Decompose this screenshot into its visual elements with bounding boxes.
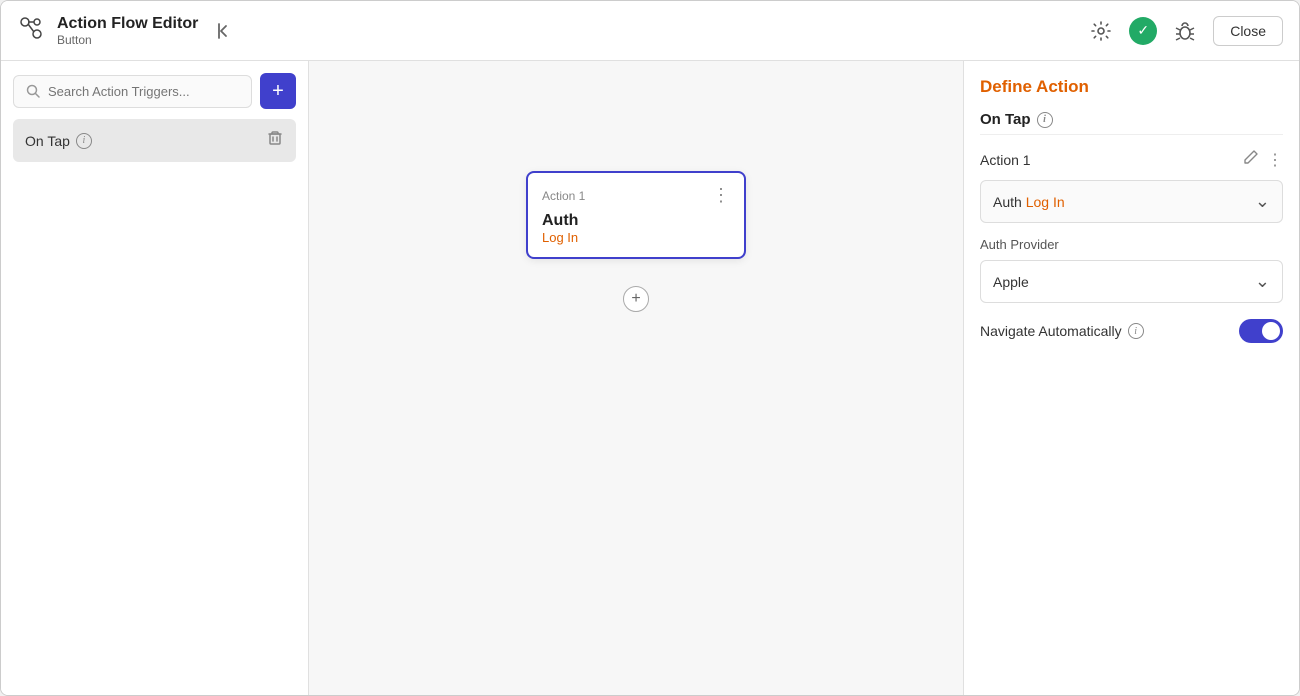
- header-left: Action Flow Editor Button: [17, 14, 238, 47]
- auth-provider-dropdown-arrow: ⌄: [1255, 271, 1270, 292]
- auth-provider-select[interactable]: Apple ⌄: [980, 260, 1283, 303]
- header-title: Action Flow Editor: [57, 15, 198, 33]
- header-subtitle: Button: [57, 33, 198, 47]
- panel-trigger-info-icon[interactable]: i: [1037, 112, 1053, 128]
- right-panel: Define Action On Tap i Action 1 ⋮: [963, 61, 1299, 695]
- panel-trigger-label: On Tap i: [980, 111, 1283, 128]
- trigger-row[interactable]: On Tap i: [13, 119, 296, 162]
- panel-action-label: Action 1: [980, 152, 1031, 168]
- navigate-toggle[interactable]: [1239, 319, 1283, 343]
- more-action-icon[interactable]: ⋮: [1267, 150, 1283, 170]
- action-card-sub: Log In: [542, 230, 730, 245]
- action-flow-icon: [17, 14, 45, 47]
- navigate-label: Navigate Automatically: [980, 323, 1122, 339]
- delete-trigger-icon[interactable]: [266, 129, 284, 152]
- action-card-menu-icon[interactable]: ⋮: [712, 185, 730, 206]
- header-right: ✓ Close: [1085, 15, 1283, 47]
- trigger-label: On Tap: [25, 133, 70, 149]
- action-type-text: Auth Log In: [993, 194, 1065, 210]
- trigger-name: On Tap: [980, 111, 1031, 128]
- collapse-button[interactable]: [210, 17, 238, 45]
- panel-divider: [980, 134, 1283, 135]
- search-input[interactable]: [48, 84, 239, 99]
- auth-provider-label: Auth Provider: [980, 237, 1283, 252]
- panel-action-icons: ⋮: [1243, 149, 1283, 170]
- bug-icon[interactable]: [1169, 15, 1201, 47]
- settings-icon[interactable]: [1085, 15, 1117, 47]
- trigger-info-icon[interactable]: i: [76, 133, 92, 149]
- trigger-row-left: On Tap i: [25, 133, 92, 149]
- action-type-plain: Auth: [993, 194, 1026, 210]
- define-action-title: Define Action: [980, 77, 1283, 97]
- add-trigger-button[interactable]: +: [260, 73, 296, 109]
- action-card-label: Action 1: [542, 189, 585, 203]
- main-content: + On Tap i: [1, 61, 1299, 695]
- auth-provider-value: Apple: [993, 274, 1029, 290]
- navigate-label-group: Navigate Automatically i: [980, 323, 1144, 339]
- action-card-name: Auth: [542, 212, 730, 230]
- check-icon: ✓: [1129, 17, 1157, 45]
- action-card-header: Action 1 ⋮: [542, 185, 730, 206]
- close-button[interactable]: Close: [1213, 16, 1283, 46]
- add-node-button[interactable]: +: [623, 286, 649, 312]
- dropdown-arrow-icon: ⌄: [1255, 191, 1270, 212]
- header: Action Flow Editor Button ✓: [1, 1, 1299, 61]
- edit-action-icon[interactable]: [1243, 149, 1259, 170]
- canvas: Action 1 ⋮ Auth Log In +: [309, 61, 963, 695]
- header-title-group: Action Flow Editor Button: [57, 15, 198, 47]
- toggle-slider: [1239, 319, 1283, 343]
- action-type-orange: Log In: [1026, 194, 1065, 210]
- action-type-dropdown[interactable]: Auth Log In ⌄: [980, 180, 1283, 223]
- navigate-row: Navigate Automatically i: [980, 319, 1283, 343]
- plus-icon: +: [631, 290, 640, 308]
- navigate-info-icon[interactable]: i: [1128, 323, 1144, 339]
- search-box[interactable]: [13, 75, 252, 108]
- action-card[interactable]: Action 1 ⋮ Auth Log In: [526, 171, 746, 259]
- panel-action-row: Action 1 ⋮: [980, 149, 1283, 170]
- sidebar: + On Tap i: [1, 61, 309, 695]
- search-icon: [26, 84, 40, 98]
